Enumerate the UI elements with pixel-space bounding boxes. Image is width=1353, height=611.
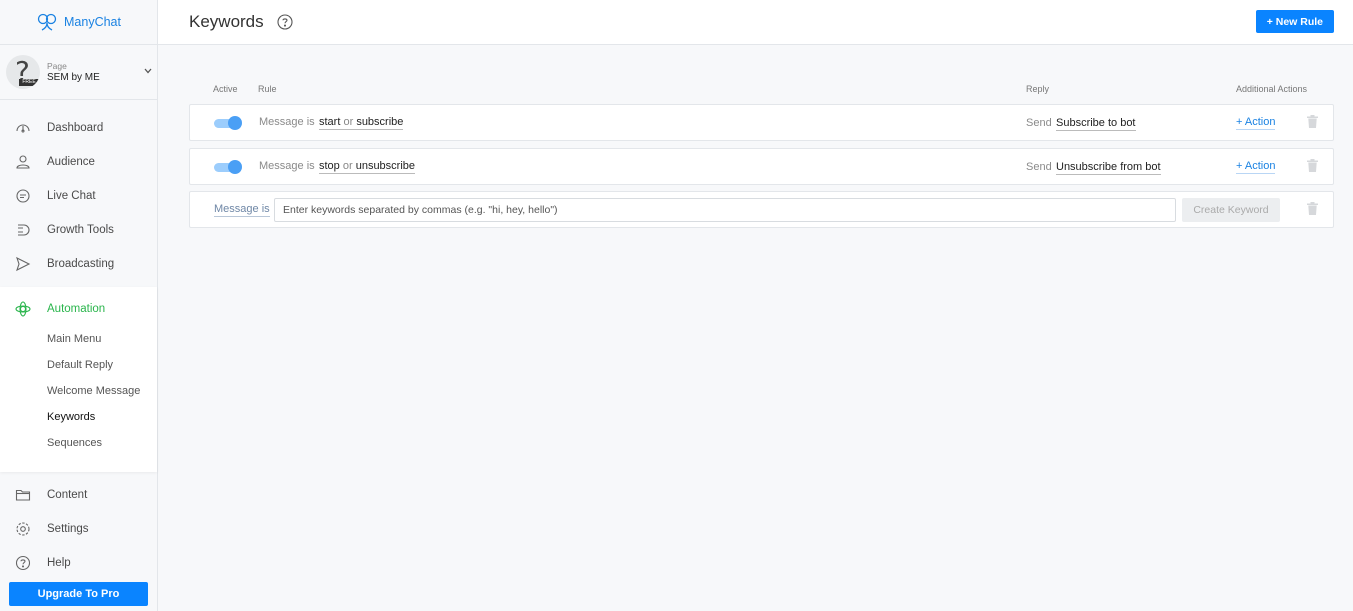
chevron-down-icon[interactable] [144, 66, 152, 76]
trash-icon[interactable] [1307, 159, 1318, 172]
sidebar-item-broadcasting[interactable]: Broadcasting [0, 247, 157, 281]
sidebar-item-help[interactable]: Help [0, 546, 157, 580]
sidebar-item-dashboard[interactable]: Dashboard [0, 111, 157, 145]
sidebar-item-settings[interactable]: Settings [0, 512, 157, 546]
sidebar-subitem-main-menu[interactable]: Main Menu [0, 326, 157, 352]
page-selector[interactable]: ? FREE Page SEM by ME [0, 45, 157, 100]
sidebar-item-label: Audience [47, 156, 95, 168]
brand-name: ManyChat [64, 15, 121, 29]
sidebar-subitem-sequences[interactable]: Sequences [0, 430, 157, 456]
condition-dropdown[interactable]: Message is [214, 203, 270, 217]
sidebar-subitem-keywords[interactable]: Keywords [0, 404, 157, 430]
column-rule: Rule [258, 84, 277, 94]
create-keyword-button[interactable]: Create Keyword [1182, 198, 1280, 222]
trash-icon[interactable] [1307, 202, 1318, 215]
gear-icon [15, 521, 31, 537]
sidebar-item-live-chat[interactable]: Live Chat [0, 179, 157, 213]
sidebar-subitem-default-reply[interactable]: Default Reply [0, 352, 157, 378]
sidebar-item-label: Content [47, 489, 88, 501]
brand[interactable]: ManyChat [0, 0, 157, 45]
sidebar-item-label: Help [47, 557, 71, 569]
sidebar-item-content[interactable]: Content [0, 478, 157, 512]
sidebar-item-audience[interactable]: Audience [0, 145, 157, 179]
send-icon [15, 256, 31, 272]
keywords-value[interactable]: start or subscribe [319, 116, 404, 130]
help-icon[interactable] [277, 14, 293, 30]
sidebar-item-label: Live Chat [47, 190, 96, 202]
sidebar-item-label: Dashboard [47, 122, 104, 134]
page-label: Page [47, 61, 67, 71]
table-row: Message is start or subscribe Send Subsc… [189, 104, 1334, 141]
reply-value[interactable]: Subscribe to bot [1056, 117, 1136, 131]
active-toggle[interactable] [214, 115, 242, 131]
sidebar: ManyChat ? FREE Page SEM by ME Dashboard… [0, 0, 158, 611]
sidebar-item-automation[interactable]: Automation [0, 292, 157, 326]
dashboard-icon [15, 120, 31, 136]
automation-section: Automation Main Menu Default Reply Welco… [0, 287, 157, 472]
avatar: ? FREE [6, 55, 40, 89]
help-circle-icon [15, 555, 31, 571]
sidebar-item-label: Growth Tools [47, 224, 114, 236]
reply-value[interactable]: Unsubscribe from bot [1056, 161, 1161, 175]
table-row: Message is stop or unsubscribe Send Unsu… [189, 148, 1334, 185]
page-name: SEM by ME [47, 72, 100, 83]
add-action-link[interactable]: + Action [1236, 160, 1276, 174]
upgrade-button[interactable]: Upgrade To Pro [9, 582, 148, 606]
sidebar-item-label: Automation [47, 303, 106, 315]
keywords-value[interactable]: stop or unsubscribe [319, 160, 416, 174]
sidebar-item-label: Broadcasting [47, 258, 115, 270]
condition-label: Message is [259, 160, 315, 172]
send-label: Send [1026, 161, 1052, 173]
sidebar-item-label: Settings [47, 523, 89, 535]
sidebar-item-growth-tools[interactable]: Growth Tools [0, 213, 157, 247]
table-header: Active Rule Reply Additional Actions [189, 84, 1334, 96]
column-reply: Reply [1026, 84, 1050, 94]
page-title: Keywords [189, 12, 264, 31]
column-additional-actions: Additional Actions [1236, 84, 1308, 94]
column-active: Active [213, 84, 238, 94]
new-rule-button[interactable]: + New Rule [1255, 10, 1334, 33]
folder-icon [15, 487, 31, 503]
trash-icon[interactable] [1307, 115, 1318, 128]
add-action-link[interactable]: + Action [1236, 116, 1276, 130]
keywords-input[interactable] [274, 198, 1176, 222]
send-label: Send [1026, 117, 1052, 129]
new-keyword-row: Message is Create Keyword [189, 191, 1334, 228]
manychat-logo-icon [36, 11, 58, 33]
active-toggle[interactable] [214, 159, 242, 175]
chat-icon [15, 188, 31, 204]
page-header: Keywords + New Rule [158, 0, 1353, 45]
automation-icon [15, 301, 31, 317]
user-icon [15, 154, 31, 170]
sidebar-subitem-welcome-message[interactable]: Welcome Message [0, 378, 157, 404]
growth-tools-icon [15, 222, 31, 238]
free-badge: FREE [19, 79, 39, 86]
condition-label: Message is [259, 116, 315, 128]
